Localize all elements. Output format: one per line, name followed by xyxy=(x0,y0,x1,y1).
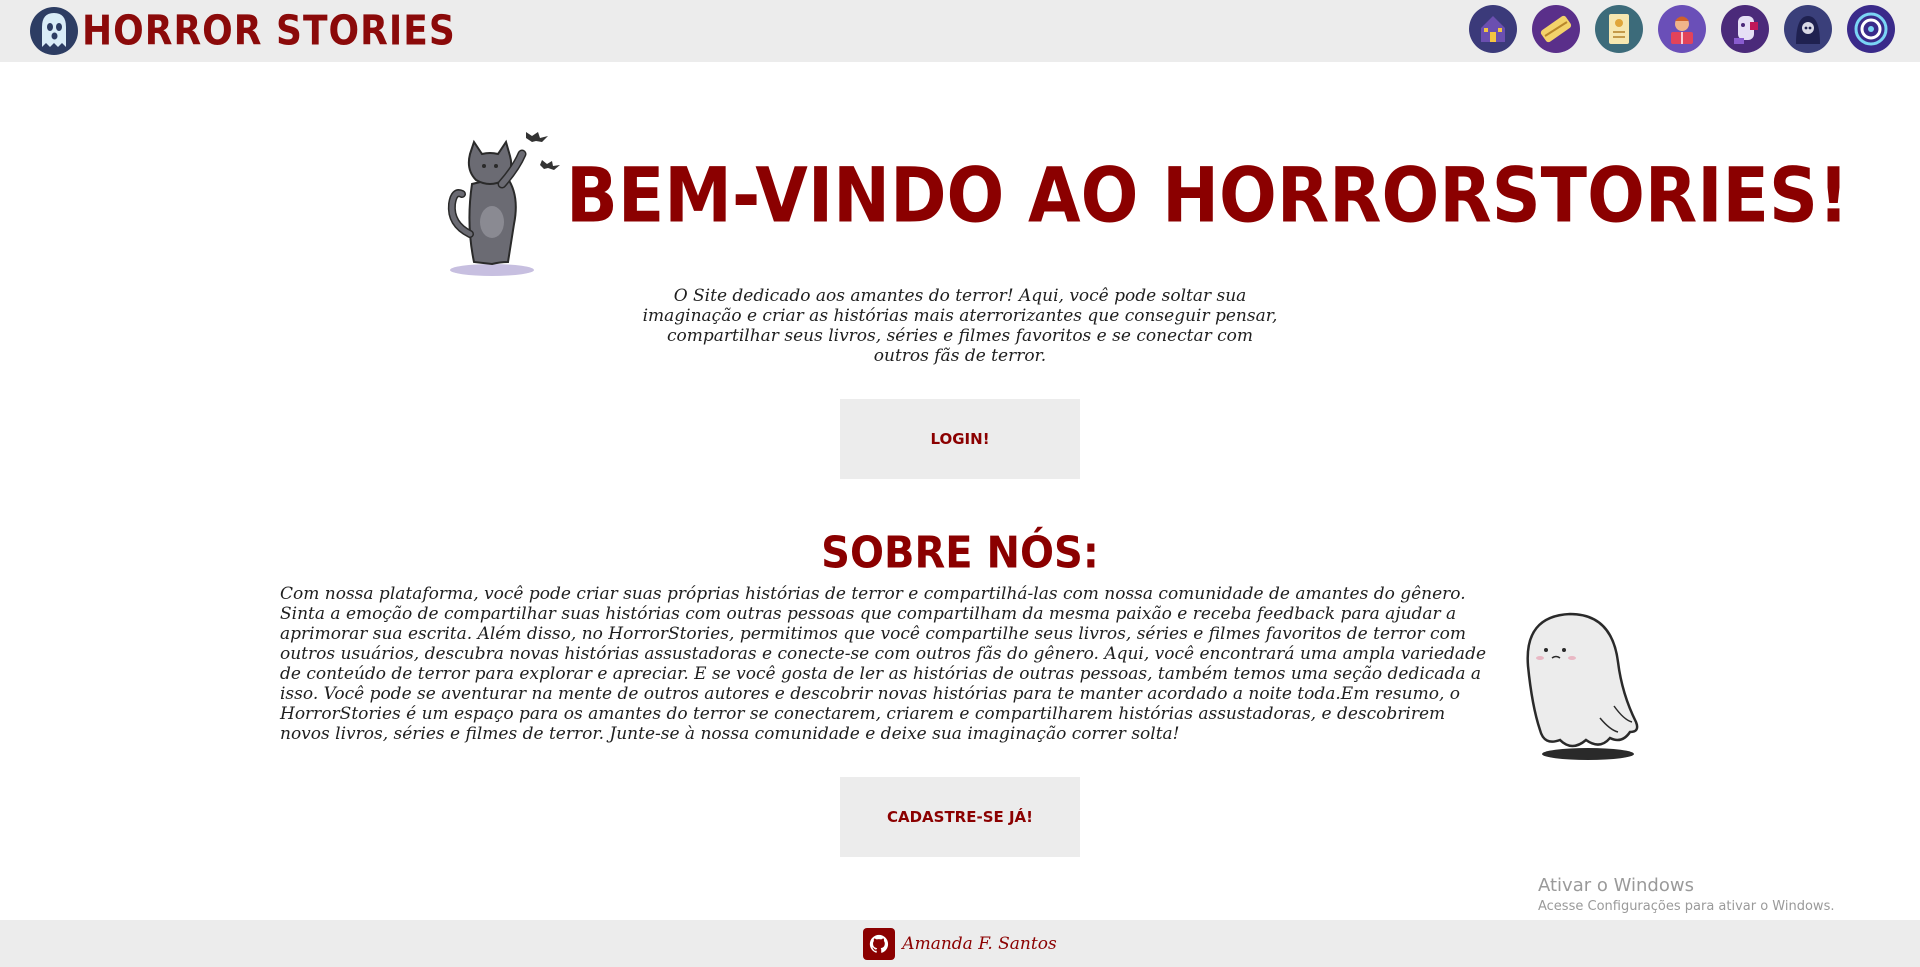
github-icon xyxy=(863,927,896,960)
top-navbar: HORROR STORIES xyxy=(0,0,1920,62)
reaper-icon[interactable] xyxy=(1783,4,1833,54)
signup-button[interactable]: CADASTRE-SE JÁ! xyxy=(840,777,1080,857)
vortex-icon[interactable] xyxy=(1846,4,1896,54)
watermark-title: Ativar o Windows xyxy=(1538,875,1694,896)
ghost-illustration xyxy=(1514,606,1642,762)
github-link[interactable]: Amanda F. Santos xyxy=(863,927,1057,960)
specter-icon[interactable] xyxy=(1720,4,1770,54)
cat-illustration xyxy=(440,124,570,280)
ouija-icon[interactable] xyxy=(1531,4,1581,54)
haunted-house-icon[interactable] xyxy=(1468,4,1518,54)
reader-icon[interactable] xyxy=(1657,4,1707,54)
nav-icons xyxy=(1468,4,1920,54)
author-name: Amanda F. Santos xyxy=(902,933,1057,954)
scroll-icon[interactable] xyxy=(1594,4,1644,54)
brand-title: HORROR STORIES xyxy=(82,7,456,55)
about-title: SOBRE NÓS: xyxy=(821,527,1099,579)
about-text: Com nossa plataforma, você pode criar su… xyxy=(280,584,1487,744)
watermark-subtitle: Acesse Configurações para ativar o Windo… xyxy=(1538,899,1835,914)
windows-activation-watermark: Ativar o Windows Acesse Configurações pa… xyxy=(1538,874,1834,916)
brand[interactable]: HORROR STORIES xyxy=(28,4,456,58)
page-title: BEM-VINDO AO HORRORSTORIES! xyxy=(566,152,1849,241)
login-button[interactable]: LOGIN! xyxy=(840,399,1080,479)
ghost-logo-icon xyxy=(28,5,80,57)
intro-text: O Site dedicado aos amantes do terror! A… xyxy=(642,286,1278,366)
footer: Amanda F. Santos xyxy=(0,920,1920,967)
